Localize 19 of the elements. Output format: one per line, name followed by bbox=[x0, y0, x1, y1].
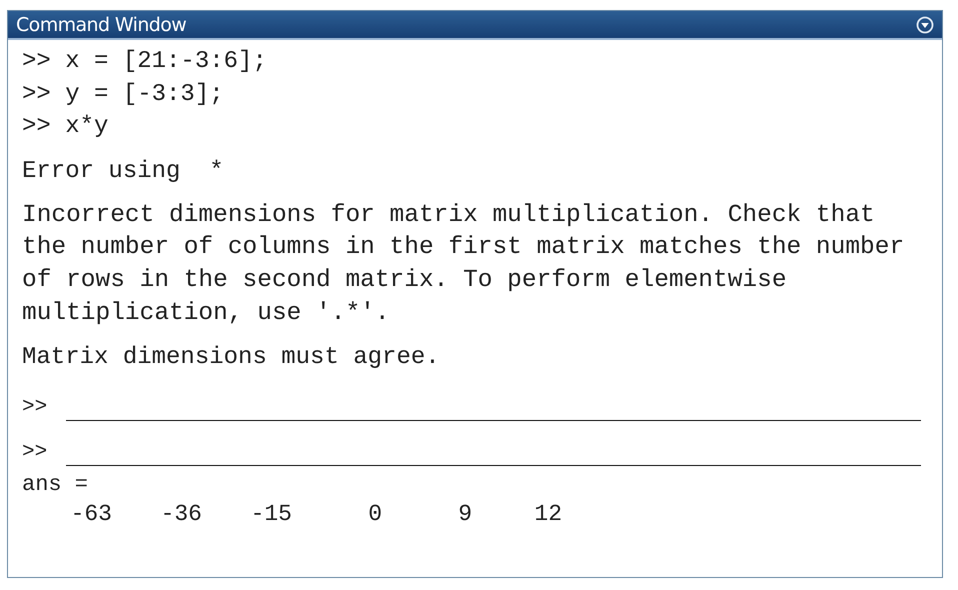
command-line: >> x*y bbox=[22, 112, 110, 142]
command-line: >> x = [21:-3:6]; bbox=[22, 47, 268, 77]
error-message: Incorrect dimensions for matrix multiplication. Check that the number of columns in the first matrix matches the number of rows in the second matrix. To perform elementwise multiplication, use '.*'. bbox=[22, 200, 906, 329]
answer-value: 0 bbox=[367, 500, 382, 530]
answer-value: 9 bbox=[457, 500, 472, 530]
error-heading: Error using * bbox=[22, 156, 224, 186]
command-line: >> y = [-3:3]; bbox=[22, 80, 225, 110]
prompt: >> bbox=[22, 396, 48, 420]
answer-value: -36 bbox=[160, 500, 202, 530]
dropdown-icon[interactable] bbox=[916, 16, 934, 34]
prompt: >> bbox=[22, 441, 48, 466]
window-title: Command Window bbox=[16, 14, 186, 36]
answer-value: 12 bbox=[533, 500, 562, 530]
fill-in-line[interactable] bbox=[66, 420, 921, 422]
fill-in-line[interactable] bbox=[66, 465, 921, 466]
answer-label: ans = bbox=[22, 471, 88, 500]
answer-value: -63 bbox=[70, 500, 112, 530]
answer-value: -15 bbox=[250, 500, 292, 530]
error-note: Matrix dimensions must agree. bbox=[22, 343, 440, 374]
